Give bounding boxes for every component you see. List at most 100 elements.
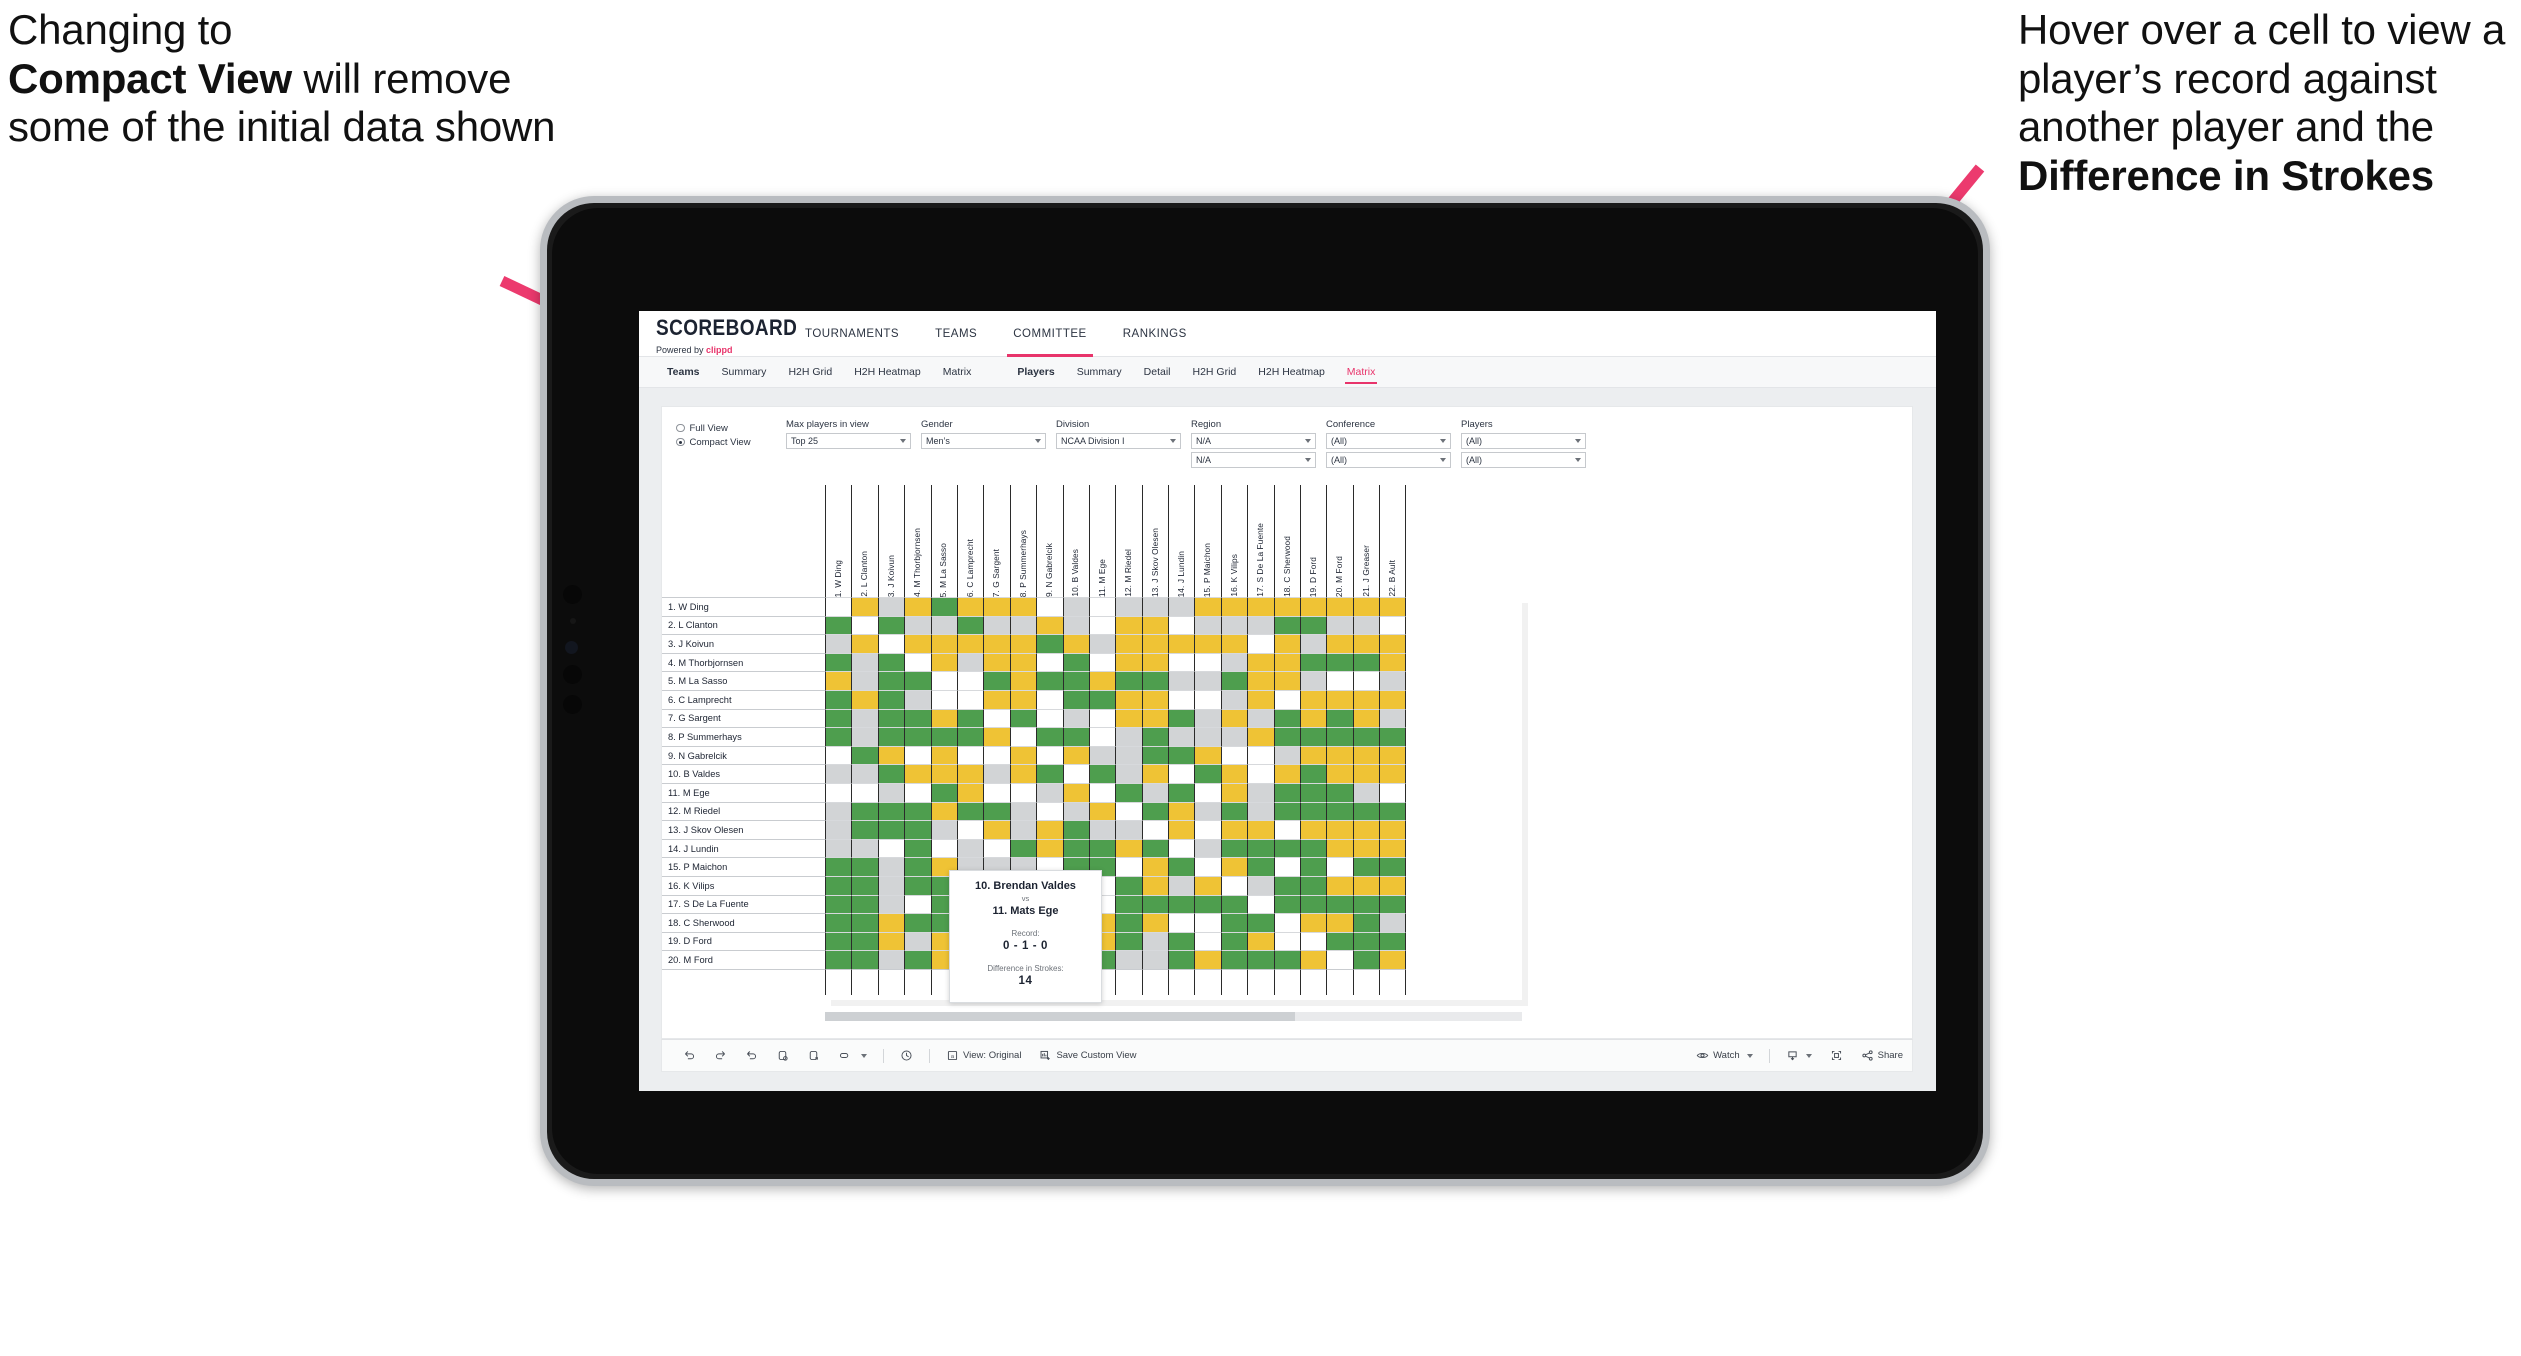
matrix-cell[interactable] xyxy=(1352,857,1380,876)
topnav-teams[interactable]: TEAMS xyxy=(917,311,995,357)
matrix-cell[interactable] xyxy=(904,913,931,932)
matrix-cell[interactable] xyxy=(851,615,878,635)
matrix-cell[interactable] xyxy=(1352,875,1380,895)
matrix-cell[interactable] xyxy=(1300,931,1327,951)
brand-logo[interactable]: SCOREBOARD Powered by clippd xyxy=(639,311,797,356)
matrix-cell[interactable] xyxy=(1300,820,1327,839)
matrix-cell[interactable] xyxy=(1220,671,1248,690)
matrix-cell[interactable] xyxy=(956,671,984,690)
history-button[interactable] xyxy=(891,1039,922,1072)
matrix-cell[interactable] xyxy=(877,689,905,709)
matrix-cell[interactable] xyxy=(930,801,957,821)
matrix-cell[interactable] xyxy=(1273,671,1301,690)
matrix-cell[interactable] xyxy=(1247,745,1274,765)
matrix-cell[interactable] xyxy=(1141,857,1169,876)
matrix-cell[interactable] xyxy=(1220,801,1248,821)
matrix-cell[interactable] xyxy=(825,745,852,765)
matrix-cell[interactable] xyxy=(877,671,905,690)
matrix-cell[interactable] xyxy=(1379,838,1406,858)
matrix-cell[interactable] xyxy=(1115,838,1142,858)
matrix-cell[interactable] xyxy=(1115,782,1142,802)
matrix-cell[interactable] xyxy=(1088,689,1116,709)
matrix-cell[interactable] xyxy=(1352,782,1380,802)
matrix-cell[interactable] xyxy=(1194,857,1221,876)
matrix-cell[interactable] xyxy=(1326,597,1353,616)
matrix-cell[interactable] xyxy=(1300,597,1327,616)
matrix-cell[interactable] xyxy=(1326,708,1353,728)
radio-full-view-icon[interactable] xyxy=(676,423,685,433)
matrix-cell[interactable] xyxy=(1273,913,1301,932)
radio-compact-view[interactable]: Compact View xyxy=(676,435,786,449)
matrix-cell[interactable] xyxy=(1036,689,1063,709)
gender-select[interactable]: Men’s xyxy=(921,433,1046,449)
matrix-cell[interactable] xyxy=(1194,597,1221,616)
matrix-cell[interactable] xyxy=(1247,652,1274,672)
matrix-cell[interactable] xyxy=(1247,894,1274,914)
matrix-cell[interactable] xyxy=(1247,875,1274,895)
pause-button[interactable] xyxy=(798,1039,829,1072)
matrix-cell[interactable] xyxy=(1036,652,1063,672)
matrix-cell[interactable] xyxy=(904,838,931,858)
matrix-cell[interactable] xyxy=(1009,689,1037,709)
matrix-cell[interactable] xyxy=(1088,782,1116,802)
matrix-cell[interactable] xyxy=(1141,801,1169,821)
matrix-cell[interactable] xyxy=(877,950,905,969)
matrix-cell[interactable] xyxy=(1036,671,1063,690)
matrix-cell[interactable] xyxy=(904,857,931,876)
matrix-cell[interactable] xyxy=(851,634,878,653)
chevron-down-icon[interactable] xyxy=(1440,458,1446,462)
matrix-cell[interactable] xyxy=(1141,913,1169,932)
matrix-cell[interactable] xyxy=(851,782,878,802)
matrix-cell[interactable] xyxy=(1273,950,1301,969)
matrix-cell[interactable] xyxy=(1088,801,1116,821)
matrix-cell[interactable] xyxy=(983,671,1010,690)
matrix-cell[interactable] xyxy=(904,950,931,969)
matrix-cell[interactable] xyxy=(1300,671,1327,690)
region-select[interactable]: N/A xyxy=(1191,433,1316,449)
matrix-cell[interactable] xyxy=(877,820,905,839)
matrix-cell[interactable] xyxy=(1168,931,1195,951)
matrix-cell[interactable] xyxy=(1326,950,1353,969)
matrix-cell[interactable] xyxy=(1009,615,1037,635)
matrix-cell[interactable] xyxy=(1352,894,1380,914)
matrix-cell[interactable] xyxy=(877,708,905,728)
matrix-cell[interactable] xyxy=(1300,782,1327,802)
matrix-cell[interactable] xyxy=(1326,857,1353,876)
matrix-cell[interactable] xyxy=(983,820,1010,839)
matrix-cell[interactable] xyxy=(1088,820,1116,839)
matrix-cell[interactable] xyxy=(825,652,852,672)
matrix-cell[interactable] xyxy=(1352,671,1380,690)
matrix-cell[interactable] xyxy=(930,652,957,672)
matrix-cell[interactable] xyxy=(1194,652,1221,672)
chevron-down-icon[interactable] xyxy=(1035,439,1041,443)
matrix-cell[interactable] xyxy=(1326,838,1353,858)
matrix-cell[interactable] xyxy=(1326,820,1353,839)
matrix-cell[interactable] xyxy=(983,689,1010,709)
matrix-cell[interactable] xyxy=(1300,727,1327,746)
matrix-cell[interactable] xyxy=(1379,820,1406,839)
matrix-cell[interactable] xyxy=(825,615,852,635)
matrix-cell[interactable] xyxy=(1141,950,1169,969)
matrix-cell[interactable] xyxy=(1247,913,1274,932)
matrix-cell[interactable] xyxy=(1273,727,1301,746)
matrix-cell[interactable] xyxy=(1247,931,1274,951)
matrix-cell[interactable] xyxy=(825,597,852,616)
matrix-cell[interactable] xyxy=(1194,820,1221,839)
matrix-cell[interactable] xyxy=(1326,745,1353,765)
matrix-cell[interactable] xyxy=(983,708,1010,728)
matrix-cell[interactable] xyxy=(956,727,984,746)
matrix-cell[interactable] xyxy=(1168,820,1195,839)
matrix-cell[interactable] xyxy=(1141,838,1169,858)
matrix-cell[interactable] xyxy=(825,689,852,709)
matrix-cell[interactable] xyxy=(1352,745,1380,765)
matrix-cell[interactable] xyxy=(877,745,905,765)
matrix-cell[interactable] xyxy=(956,615,984,635)
matrix-cell[interactable] xyxy=(1247,838,1274,858)
matrix-cell[interactable] xyxy=(956,652,984,672)
matrix-cell[interactable] xyxy=(1194,615,1221,635)
matrix-cell[interactable] xyxy=(1141,782,1169,802)
matrix-cell[interactable] xyxy=(1273,820,1301,839)
matrix-cell[interactable] xyxy=(1088,727,1116,746)
matrix-cell[interactable] xyxy=(1352,652,1380,672)
revert-button[interactable] xyxy=(736,1039,767,1072)
